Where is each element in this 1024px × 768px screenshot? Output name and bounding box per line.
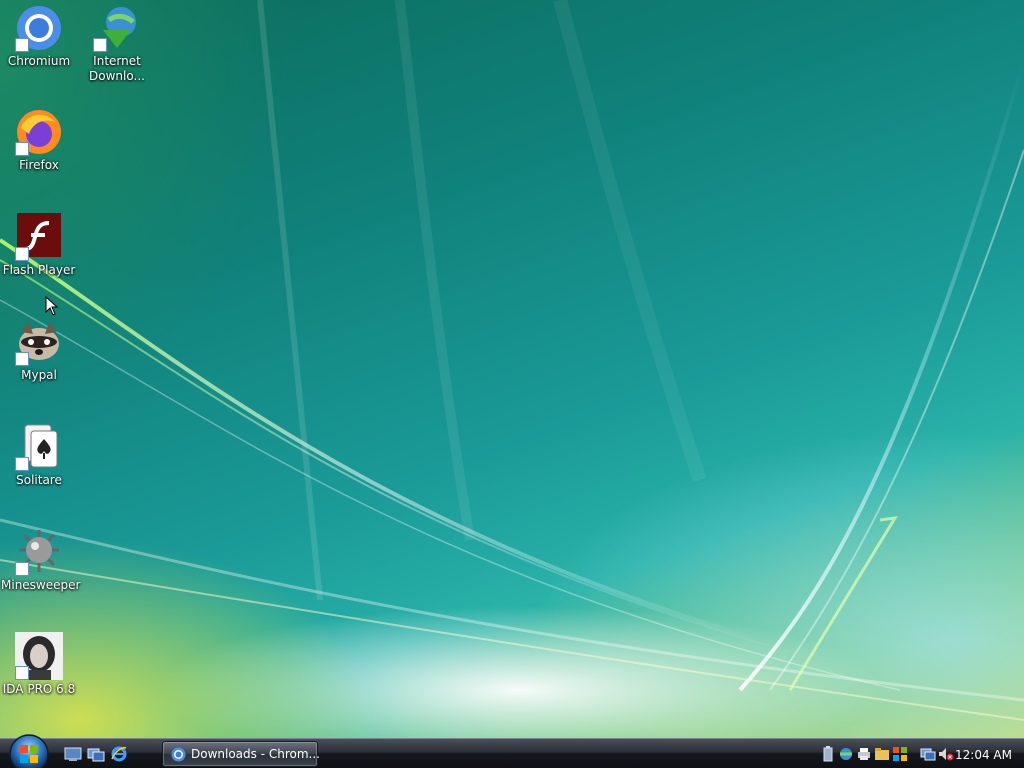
desktop-icon-solitaire[interactable]: Solitare bbox=[1, 423, 77, 488]
firefox-icon bbox=[15, 108, 63, 156]
taskbar: Downloads - Chrom... 12:04 AM bbox=[0, 734, 1024, 768]
volume-muted-icon[interactable] bbox=[938, 746, 954, 762]
desktop-icon-flash-player[interactable]: Flash Player bbox=[1, 213, 77, 278]
chromium-icon bbox=[171, 747, 186, 762]
desktop-icon-chromium[interactable]: Chromium bbox=[1, 4, 77, 69]
shortcut-arrow-icon bbox=[15, 247, 29, 261]
shortcut-arrow-icon bbox=[15, 457, 29, 471]
solitaire-cards-icon bbox=[15, 423, 63, 471]
chromium-icon bbox=[15, 4, 63, 52]
flash-player-icon bbox=[15, 213, 63, 261]
taskbar-clock[interactable]: 12:04 AM bbox=[955, 748, 1012, 762]
desktop-icon-label: Internet Downlo... bbox=[89, 54, 145, 83]
taskbar-window-label: Downloads - Chrom... bbox=[191, 747, 320, 761]
network-connection-icon[interactable] bbox=[920, 746, 936, 762]
desktop-icon-internet-download-manager[interactable]: Internet Downlo... bbox=[79, 4, 155, 84]
desktop-icon-label: Firefox bbox=[19, 158, 59, 172]
start-button[interactable] bbox=[8, 733, 50, 768]
taskbar-window-button-downloads[interactable]: Downloads - Chrom... bbox=[162, 741, 320, 767]
system-tray: 12:04 AM bbox=[816, 741, 1024, 767]
desktop-icon-minesweeper[interactable]: Minesweeper bbox=[1, 528, 81, 593]
mouse-cursor-icon bbox=[45, 296, 59, 316]
minesweeper-mine-icon bbox=[15, 528, 63, 576]
ida-pro-portrait-icon bbox=[15, 632, 63, 680]
desktop-icon-label: Mypal bbox=[21, 368, 57, 382]
internet-explorer-icon[interactable] bbox=[110, 745, 128, 763]
switch-windows-icon[interactable] bbox=[87, 745, 105, 763]
desktop-icon-firefox[interactable]: Firefox bbox=[1, 108, 77, 173]
shortcut-arrow-icon bbox=[15, 352, 29, 366]
desktop-icon-label: Chromium bbox=[7, 54, 71, 68]
folder-icon[interactable] bbox=[874, 746, 890, 762]
mypal-raccoon-icon bbox=[15, 318, 63, 366]
shortcut-arrow-icon bbox=[15, 38, 29, 52]
desktop-icon-ida-pro[interactable]: IDA PRO 6.8 bbox=[1, 632, 77, 697]
desktop-icon-label: IDA PRO 6.8 bbox=[2, 682, 76, 696]
desktop-icon-label: Solitare bbox=[16, 473, 62, 487]
wallpaper bbox=[0, 0, 1024, 721]
shortcut-arrow-icon bbox=[15, 562, 29, 576]
security-icon[interactable] bbox=[892, 746, 908, 762]
desktop-icon-label: Flash Player bbox=[2, 263, 76, 277]
desktop-icon-label: Minesweeper bbox=[1, 578, 81, 592]
network-icon[interactable] bbox=[838, 746, 854, 762]
shortcut-arrow-icon bbox=[15, 666, 29, 680]
battery-icon[interactable] bbox=[820, 746, 836, 762]
desktop-icon-mypal[interactable]: Mypal bbox=[1, 318, 77, 383]
shortcut-arrow-icon bbox=[93, 38, 107, 52]
show-desktop-icon[interactable] bbox=[64, 745, 82, 763]
internet-download-manager-icon bbox=[93, 4, 141, 52]
shortcut-arrow-icon bbox=[15, 142, 29, 156]
printer-icon[interactable] bbox=[856, 746, 872, 762]
